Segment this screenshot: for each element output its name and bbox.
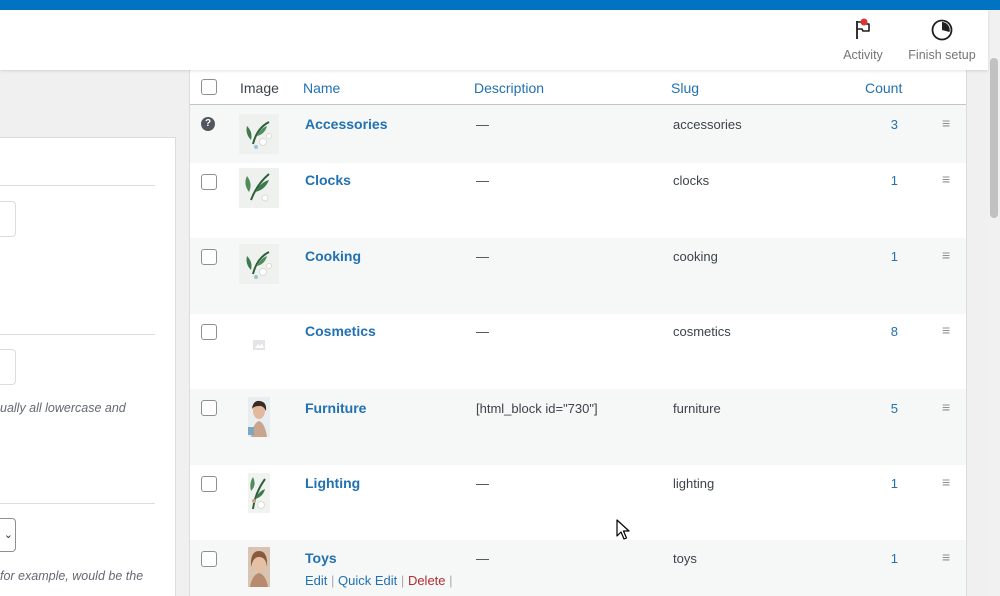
category-thumbnail	[239, 244, 279, 284]
progress-circle-icon	[931, 19, 953, 41]
table-row[interactable]: Cosmetics — cosmetics 8 ≡	[190, 314, 966, 389]
admin-top-bar	[0, 0, 1000, 10]
table-row[interactable]: Cooking — cooking 1 ≡	[190, 238, 966, 314]
drag-handle-icon[interactable]: ≡	[942, 247, 950, 263]
scrollbar-thumb[interactable]	[990, 58, 998, 218]
category-description: —	[476, 476, 489, 491]
category-description: —	[476, 173, 489, 188]
row-checkbox[interactable]	[201, 174, 217, 190]
row-checkbox[interactable]	[201, 551, 217, 567]
parent-category-select[interactable]: ⌄	[0, 518, 16, 552]
category-slug: clocks	[673, 173, 710, 188]
row-actions: Edit | Quick Edit | Delete |	[305, 573, 453, 588]
leaf-image-icon	[239, 168, 279, 208]
finish-setup-button[interactable]: Finish setup	[902, 18, 982, 62]
form-divider	[0, 334, 155, 335]
column-header-slug[interactable]: Slug	[671, 80, 699, 96]
category-thumbnail	[239, 473, 279, 513]
category-count[interactable]: 3	[858, 117, 898, 132]
quick-edit-link[interactable]: Quick Edit	[338, 573, 397, 588]
delete-link[interactable]: Delete	[408, 573, 446, 588]
activity-button[interactable]: Activity	[838, 18, 888, 62]
table-header: Image Name Description Slug Count	[190, 70, 966, 105]
page-header: Activity Finish setup	[0, 10, 988, 70]
category-count[interactable]: 8	[858, 324, 898, 339]
category-name-link[interactable]: Clocks	[305, 172, 351, 188]
category-slug: cooking	[673, 249, 718, 264]
category-name-link[interactable]: Toys	[305, 550, 337, 566]
category-thumbnail	[239, 397, 279, 437]
category-count[interactable]: 1	[858, 249, 898, 264]
table-row[interactable]: ? Accessories — accessories 3 ≡	[190, 105, 966, 163]
slug-help-text: ually all lowercase and	[0, 401, 126, 415]
category-count[interactable]: 1	[858, 551, 898, 566]
drag-handle-icon[interactable]: ≡	[942, 399, 950, 415]
add-category-form: ually all lowercase and ⌄ for example, w…	[0, 137, 176, 596]
column-header-description[interactable]: Description	[474, 80, 544, 96]
category-slug: furniture	[673, 401, 721, 416]
category-slug: lighting	[673, 476, 715, 491]
category-thumbnail	[239, 168, 279, 208]
category-description: —	[476, 249, 489, 264]
chevron-down-icon: ⌄	[3, 529, 13, 541]
drag-handle-icon[interactable]: ≡	[942, 322, 950, 338]
portrait-image-icon	[248, 547, 270, 587]
category-name-link[interactable]: Cooking	[305, 248, 361, 264]
row-checkbox[interactable]	[201, 400, 217, 416]
table-row[interactable]: Furniture [html_block id="730"] furnitur…	[190, 389, 966, 465]
category-count[interactable]: 1	[858, 173, 898, 188]
table-row[interactable]: Toys Edit | Quick Edit | Delete | — toys…	[190, 540, 966, 596]
category-thumbnail	[239, 547, 279, 587]
category-thumbnail	[239, 320, 279, 360]
category-count[interactable]: 1	[858, 476, 898, 491]
drag-handle-icon[interactable]: ≡	[942, 171, 950, 187]
name-input[interactable]	[0, 201, 16, 237]
category-slug: cosmetics	[673, 324, 731, 339]
parent-help-text: for example, would be the	[0, 569, 144, 583]
row-checkbox[interactable]	[201, 324, 217, 340]
table-row[interactable]: Clocks — clocks 1 ≡	[190, 163, 966, 238]
leaf-image-icon	[248, 473, 270, 513]
page-scrollbar[interactable]	[988, 10, 1000, 596]
activity-label: Activity	[843, 48, 883, 62]
drag-handle-icon[interactable]: ≡	[942, 549, 950, 565]
finish-setup-label: Finish setup	[908, 48, 976, 62]
column-header-count[interactable]: Count	[865, 80, 902, 96]
portrait-image-icon	[248, 397, 270, 437]
category-name-link[interactable]: Cosmetics	[305, 323, 376, 339]
category-count[interactable]: 5	[858, 401, 898, 416]
drag-handle-icon[interactable]: ≡	[942, 474, 950, 490]
column-header-image: Image	[240, 80, 279, 96]
row-checkbox[interactable]	[201, 249, 217, 265]
row-checkbox[interactable]	[201, 476, 217, 492]
category-name-link[interactable]: Lighting	[305, 475, 360, 491]
leaf-image-icon	[239, 244, 279, 284]
image-placeholder-icon	[239, 320, 279, 360]
action-separator: |	[449, 573, 453, 588]
action-separator: |	[400, 573, 405, 588]
column-header-name[interactable]: Name	[303, 80, 340, 96]
flag-icon	[856, 18, 870, 39]
category-slug: toys	[673, 551, 697, 566]
form-divider	[0, 185, 155, 186]
category-name-link[interactable]: Furniture	[305, 400, 366, 416]
edit-link[interactable]: Edit	[305, 573, 327, 588]
action-separator: |	[331, 573, 335, 588]
categories-table: Image Name Description Slug Count ? Acce…	[189, 70, 967, 596]
form-divider	[0, 503, 155, 504]
table-row[interactable]: Lighting — lighting 1 ≡	[190, 465, 966, 540]
slug-input[interactable]	[0, 349, 16, 385]
category-description: —	[476, 324, 489, 339]
drag-handle-icon[interactable]: ≡	[942, 115, 950, 131]
category-description: —	[476, 551, 489, 566]
category-thumbnail	[239, 114, 279, 154]
mouse-cursor-icon	[616, 519, 630, 540]
category-description: [html_block id="730"]	[476, 401, 598, 416]
category-name-link[interactable]: Accessories	[305, 116, 388, 132]
select-all-checkbox[interactable]	[201, 79, 217, 95]
category-description: —	[476, 117, 489, 132]
leaf-image-icon	[239, 114, 279, 154]
help-icon[interactable]: ?	[201, 117, 215, 131]
category-slug: accessories	[673, 117, 742, 132]
